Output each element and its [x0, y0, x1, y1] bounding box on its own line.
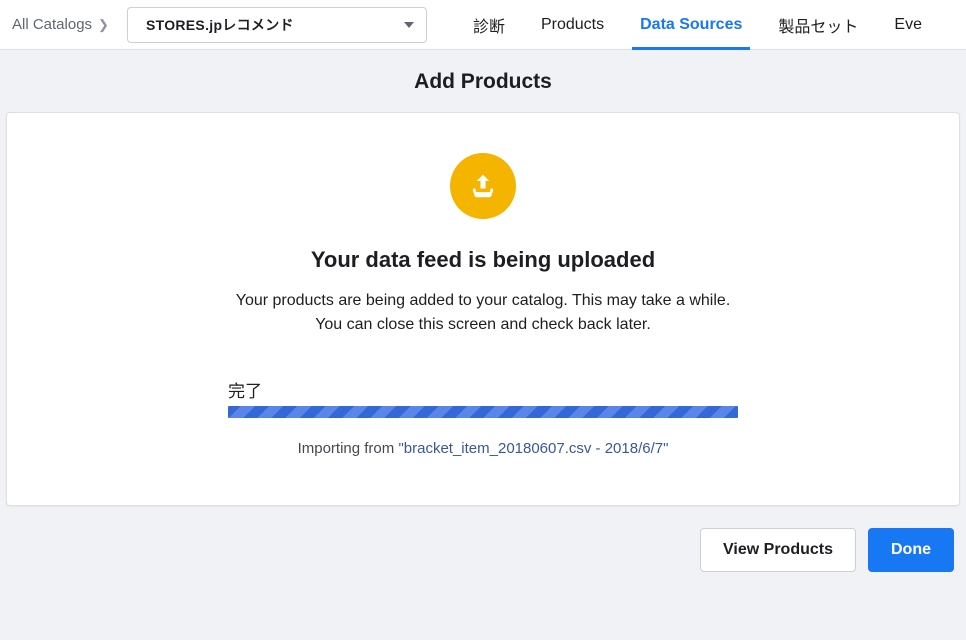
progress-bar [228, 406, 738, 418]
catalog-selector[interactable]: STORES.jpレコメンド [127, 7, 427, 43]
importing-file-name: "bracket_item_20180607.csv - 2018/6/7" [398, 440, 668, 457]
progress-label: 完了 [228, 377, 738, 402]
done-button[interactable]: Done [868, 528, 954, 572]
upload-icon-wrap [47, 153, 919, 219]
tab-diagnosis[interactable]: 診断 [455, 0, 523, 50]
tab-product-sets[interactable]: 製品セット [760, 0, 876, 50]
breadcrumb-all-catalogs[interactable]: All Catalogs [12, 16, 92, 33]
view-products-button[interactable]: View Products [700, 528, 856, 572]
tab-events[interactable]: Eve [876, 0, 940, 50]
tab-products[interactable]: Products [523, 0, 622, 50]
progress-section: 完了 Importing from "bracket_item_20180607… [228, 377, 738, 457]
catalog-selector-label: STORES.jpレコメンド [146, 15, 294, 35]
upload-icon [450, 153, 516, 219]
top-bar: All Catalogs ❯ STORES.jpレコメンド 診断 Product… [0, 0, 966, 50]
upload-description: Your products are being added to your ca… [223, 289, 743, 337]
tabs: 診断 Products Data Sources 製品セット Eve [455, 0, 940, 50]
upload-card: Your data feed is being uploaded Your pr… [6, 112, 960, 506]
footer-actions: View Products Done [0, 506, 966, 572]
tab-data-sources[interactable]: Data Sources [622, 0, 760, 50]
importing-prefix: Importing from [298, 440, 399, 457]
importing-text: Importing from "bracket_item_20180607.cs… [228, 440, 738, 457]
page-title: Add Products [0, 50, 966, 112]
caret-down-icon [404, 22, 414, 28]
chevron-right-icon: ❯ [98, 17, 109, 33]
breadcrumb: All Catalogs ❯ [0, 16, 121, 33]
upload-heading: Your data feed is being uploaded [47, 247, 919, 273]
